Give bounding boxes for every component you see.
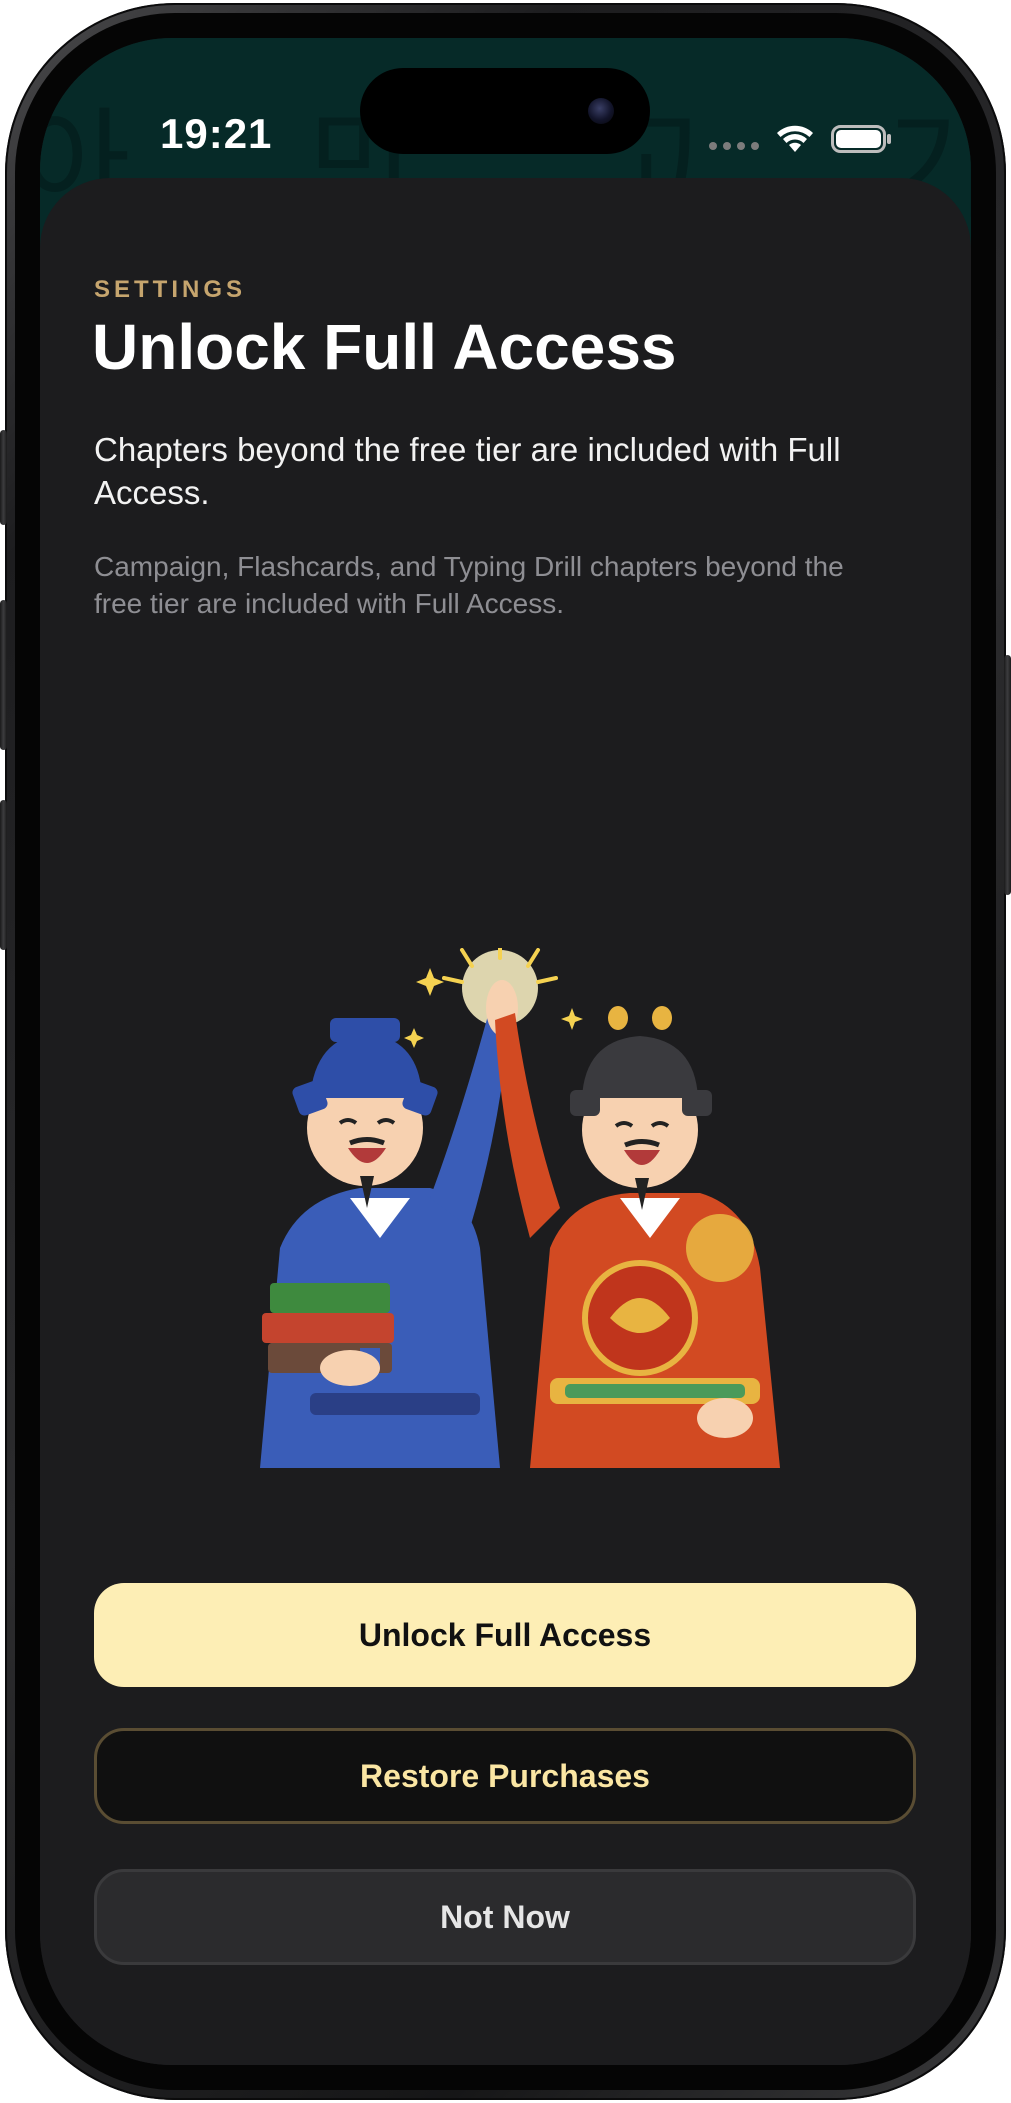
signal-dots-icon: [709, 142, 759, 150]
power-button: [1004, 655, 1011, 895]
wifi-icon: [777, 125, 813, 152]
volume-down-button: [0, 800, 7, 950]
page-title: Unlock Full Access: [92, 311, 677, 383]
page-note: Campaign, Flashcards, and Typing Drill c…: [94, 551, 844, 619]
blue-scholar: [260, 980, 518, 1468]
status-time: 19:21: [160, 110, 273, 157]
battery-icon: [831, 125, 891, 153]
restore-purchases-button[interactable]: Restore Purchases: [94, 1728, 916, 1824]
paywall-sheet: SETTINGS Unlock Full Access Chapters bey…: [40, 178, 971, 2065]
dynamic-island: [360, 68, 650, 154]
section-eyebrow: SETTINGS: [94, 276, 247, 303]
red-king: [495, 1006, 780, 1468]
scholars-high-five-illustration: [260, 948, 780, 1468]
page-subtitle: Chapters beyond the free tier are includ…: [94, 431, 841, 511]
unlock-full-access-button[interactable]: Unlock Full Access: [94, 1583, 916, 1687]
volume-up-button: [0, 600, 7, 750]
not-now-button[interactable]: Not Now: [94, 1869, 916, 1965]
action-button: [0, 430, 7, 525]
front-camera: [588, 98, 614, 124]
app-screen: 아 만 고 기 19:21 SETTINGS Unlock Full Acces…: [40, 38, 971, 2065]
status-indicators: [709, 124, 893, 154]
